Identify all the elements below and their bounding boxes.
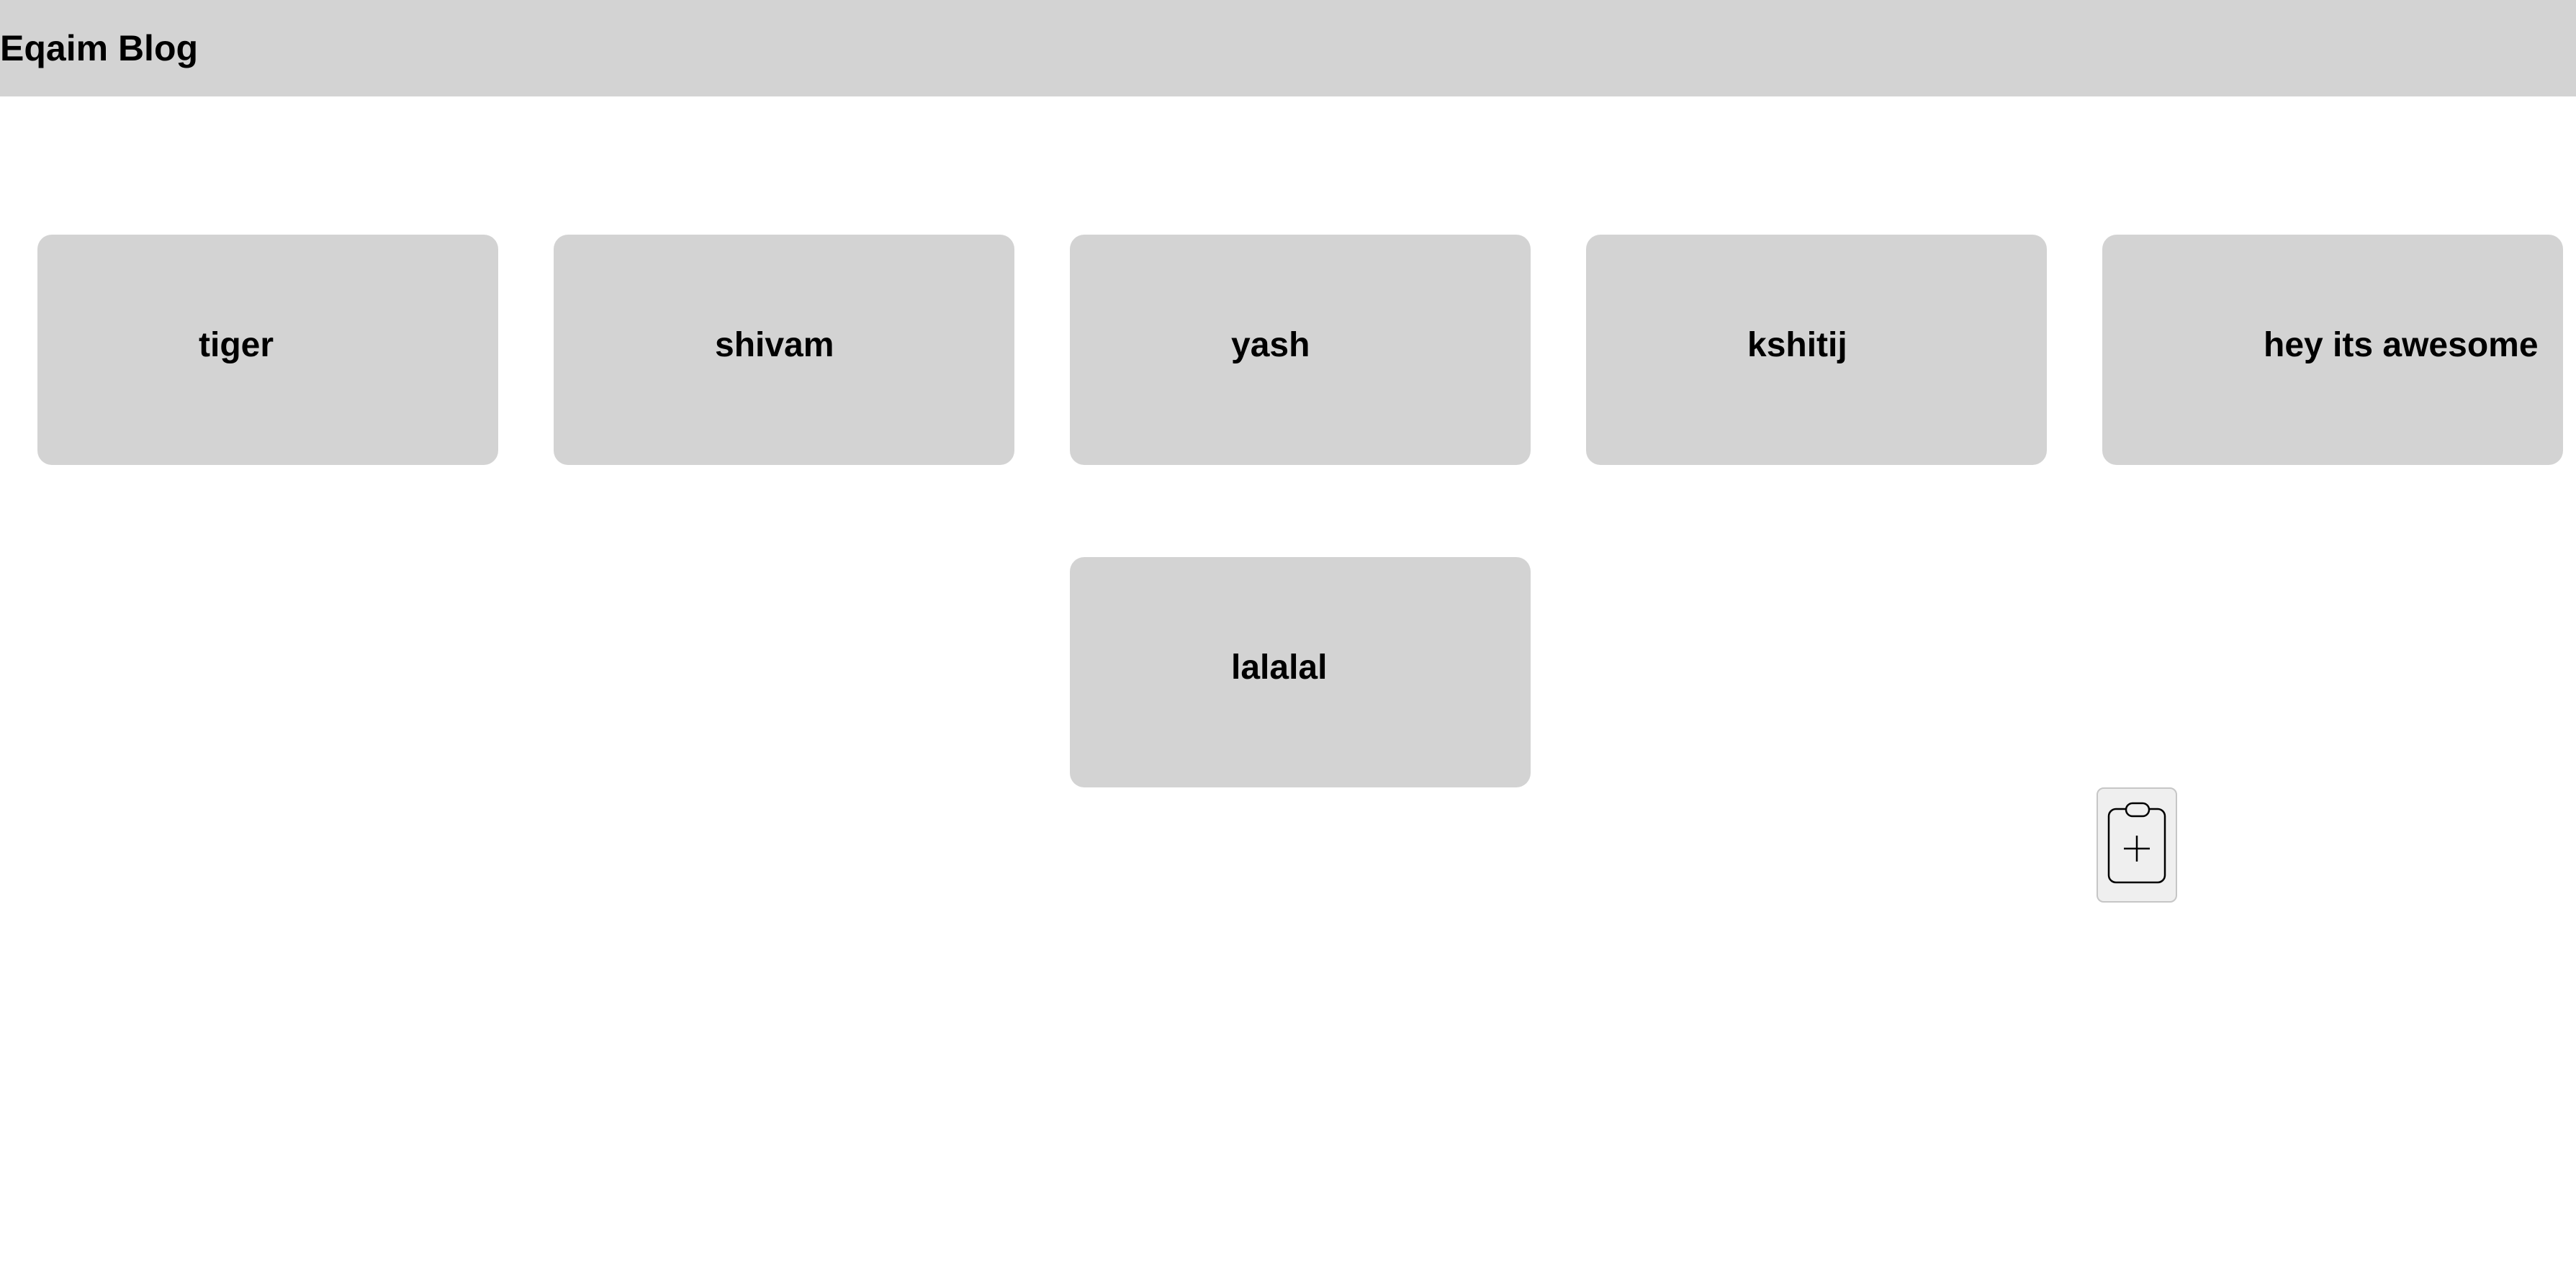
- clipboard-plus-icon: [2107, 802, 2166, 884]
- site-title: Eqaim Blog: [0, 28, 199, 68]
- add-post-button[interactable]: [2097, 787, 2177, 903]
- post-card[interactable]: tiger: [37, 235, 498, 465]
- post-card-title: lalalal: [1231, 648, 1328, 687]
- post-card-title: shivam: [715, 326, 834, 364]
- post-card-title: yash: [1231, 326, 1310, 364]
- site-header: Eqaim Blog: [0, 0, 2576, 96]
- post-card[interactable]: shivam: [554, 235, 1014, 465]
- post-card-title: kshitij: [1747, 326, 1847, 364]
- post-card-title: tiger: [199, 326, 274, 364]
- post-card[interactable]: lalalal: [1070, 557, 1531, 787]
- post-card[interactable]: kshitij: [1586, 235, 2047, 465]
- post-card[interactable]: yash: [1070, 235, 1531, 465]
- post-card-title: hey its awesome: [2264, 326, 2539, 364]
- post-card[interactable]: hey its awesome: [2102, 235, 2563, 465]
